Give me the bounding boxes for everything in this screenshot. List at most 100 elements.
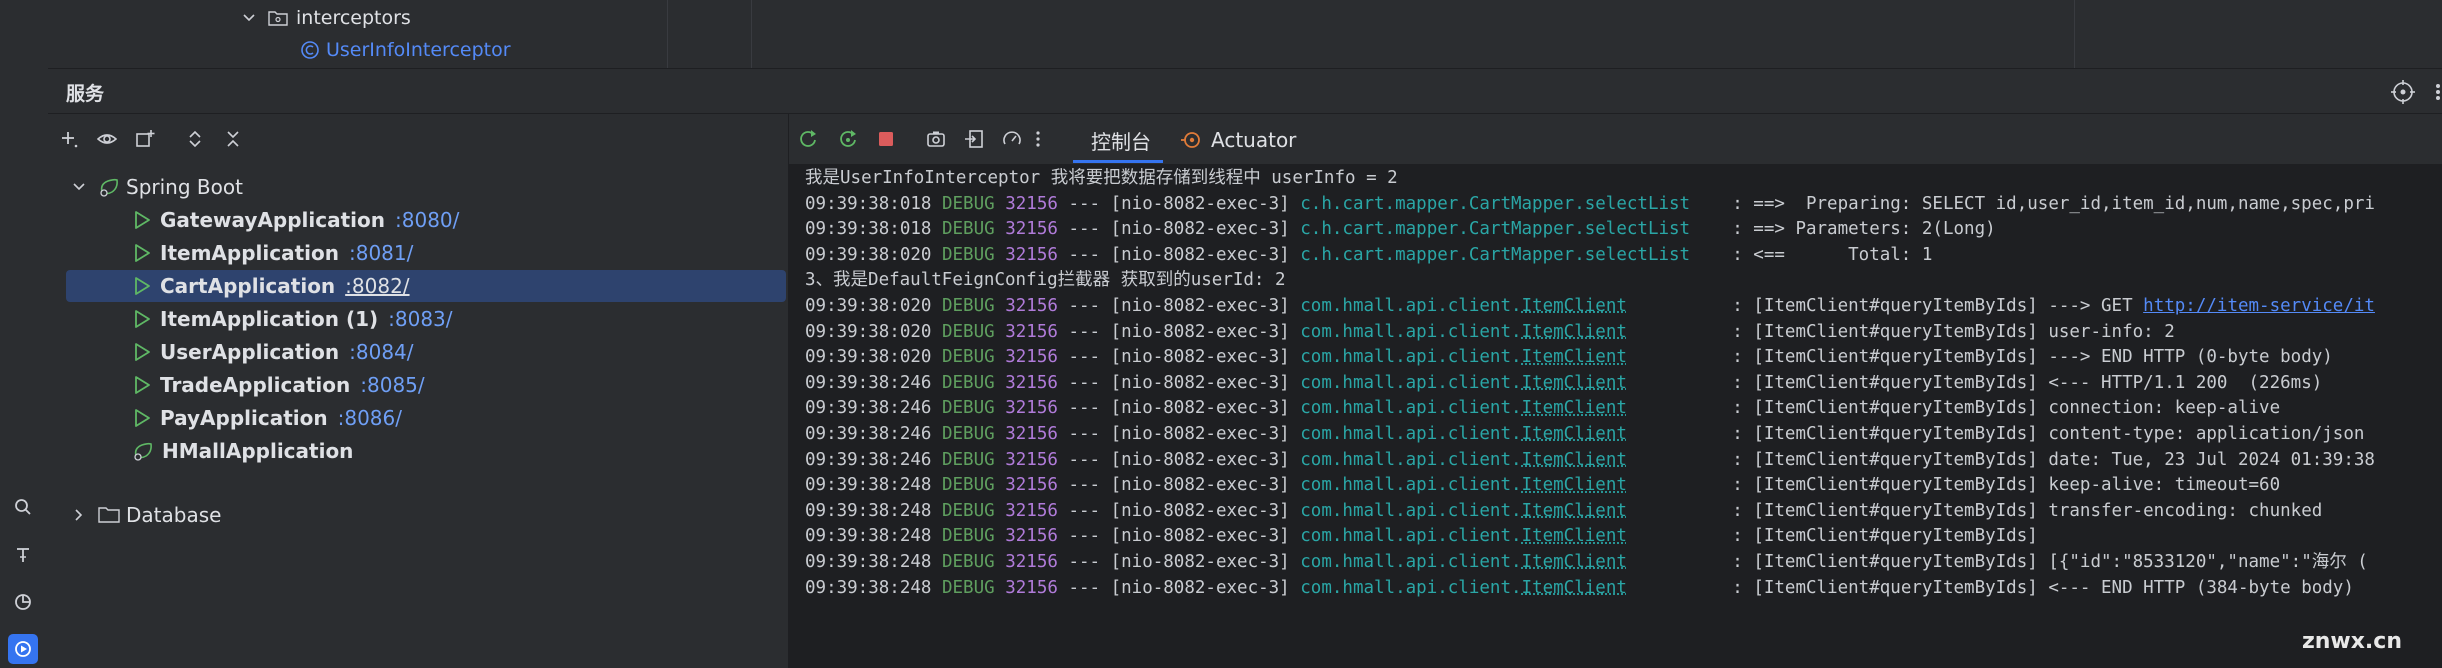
log-line: 09:39:38:246 DEBUG 32156 --- [nio-8082-e…	[805, 371, 2375, 397]
log-line: 09:39:38:248 DEBUG 32156 --- [nio-8082-e…	[805, 550, 2375, 576]
log-logger-package: com.hmall.api.client.	[1300, 347, 1522, 368]
search-icon[interactable]	[8, 492, 38, 522]
log-line: 09:39:38:020 DEBUG 32156 --- [nio-8082-e…	[805, 243, 2375, 269]
log-thread: --- [nio-8082-exec-3]	[1068, 398, 1290, 419]
app-port[interactable]: :8083/	[388, 307, 452, 331]
log-timestamp: 09:39:38:248	[805, 500, 932, 521]
tree-app-row[interactable]: ItemApplication :8081/	[48, 237, 788, 269]
tree-app-row[interactable]: HMallApplication	[48, 435, 788, 467]
app-port[interactable]: :8084/	[349, 340, 413, 364]
log-level: DEBUG	[941, 526, 995, 547]
log-timestamp: 09:39:38:246	[805, 449, 932, 470]
target-icon[interactable]	[2390, 79, 2416, 105]
app-name: ItemApplication	[160, 241, 339, 265]
tree-root-label: Spring Boot	[126, 175, 243, 199]
tab-actuator[interactable]: Actuator	[1181, 124, 1296, 156]
active-tab-indicator	[1073, 160, 1163, 163]
log-logger-class[interactable]: ItemClient	[1522, 347, 1627, 367]
app-port[interactable]: :8081/	[349, 241, 413, 265]
collapse-all-icon[interactable]	[220, 126, 246, 152]
log-line: 09:39:38:246 DEBUG 32156 --- [nio-8082-e…	[805, 396, 2375, 422]
log-message: : [ItemClient#queryItemByIds] ---> END H…	[1626, 347, 2333, 368]
log-message: : ==> Preparing: SELECT id,user_id,item_…	[1690, 193, 2375, 214]
app-port[interactable]: :8082/	[345, 274, 409, 298]
services-tree-panel: Spring Boot Database GatewayApplication:…	[48, 114, 789, 668]
log-message: : [ItemClient#queryItemByIds] user-info:…	[1626, 321, 2175, 342]
log-logger-class[interactable]: ItemClient	[1522, 373, 1627, 393]
text-tool-icon[interactable]	[8, 540, 38, 570]
tree-folder-interceptors[interactable]: interceptors	[242, 6, 411, 30]
tree-app-row[interactable]: PayApplication:8086/	[48, 402, 788, 434]
more-options-icon[interactable]	[2430, 79, 2442, 105]
log-link[interactable]: http://item-service/it	[2143, 296, 2375, 316]
log-pid: 32156	[1005, 244, 1058, 265]
log-logger-class[interactable]: ItemClient	[1522, 578, 1627, 598]
log-logger-class[interactable]: ItemClient	[1522, 322, 1627, 342]
tree-app-row[interactable]: GatewayApplication:8080/	[48, 204, 788, 236]
app-name: UserApplication	[160, 340, 340, 364]
run-icon	[135, 211, 150, 229]
exit-icon[interactable]	[961, 126, 987, 152]
log-thread: --- [nio-8082-exec-3]	[1068, 526, 1290, 547]
log-logger-class[interactable]: ItemClient	[1522, 552, 1627, 572]
log-logger-class[interactable]: ItemClient	[1522, 450, 1627, 470]
app-name: CartApplication	[160, 274, 336, 298]
log-pid: 32156	[1005, 423, 1058, 444]
log-logger-class[interactable]: ItemClient	[1522, 501, 1627, 521]
tree-app-row[interactable]: ItemApplication (1) :8083/	[48, 303, 788, 335]
tree-app-row[interactable]: UserApplication :8084/	[48, 336, 788, 368]
log-timestamp: 09:39:38:020	[805, 321, 932, 342]
log-logger-package: com.hmall.api.client.	[1300, 500, 1522, 521]
more-vertical-icon[interactable]	[1031, 126, 1045, 152]
tree-app-row[interactable]: TradeApplication:8085/	[48, 369, 788, 401]
log-line: 09:39:38:020 DEBUG 32156 --- [nio-8082-e…	[805, 320, 2375, 346]
expand-all-icon[interactable]	[182, 126, 208, 152]
log-thread: --- [nio-8082-exec-3]	[1068, 321, 1290, 342]
tree-root-spring-boot[interactable]: Spring Boot	[48, 171, 788, 203]
tree-app-row[interactable]: CartApplication :8082/	[66, 270, 786, 302]
log-line: 09:39:38:020 DEBUG 32156 --- [nio-8082-e…	[805, 345, 2375, 371]
gauge-icon[interactable]	[999, 126, 1025, 152]
camera-icon[interactable]	[923, 126, 949, 152]
divider	[2074, 0, 2075, 68]
log-line: 09:39:38:248 DEBUG 32156 --- [nio-8082-e…	[805, 576, 2375, 602]
log-line: 09:39:38:246 DEBUG 32156 --- [nio-8082-e…	[805, 422, 2375, 448]
divider	[667, 0, 668, 68]
app-port[interactable]: :8080/	[395, 208, 459, 232]
log-thread: --- [nio-8082-exec-3]	[1068, 551, 1290, 572]
tab-console[interactable]: 控制台	[1091, 124, 1151, 156]
log-logger-class[interactable]: ItemClient	[1522, 475, 1627, 495]
new-group-icon[interactable]	[132, 126, 158, 152]
tree-file-userinfointerceptor[interactable]: UserInfoInterceptor	[300, 38, 511, 62]
services-tool-icon[interactable]	[8, 634, 38, 664]
app-name: HMallApplication	[162, 439, 354, 463]
tree-node-database[interactable]: Database	[48, 499, 788, 531]
log-pid: 32156	[1005, 449, 1058, 470]
log-timestamp: 09:39:38:246	[805, 423, 932, 444]
log-thread: --- [nio-8082-exec-3]	[1068, 193, 1290, 214]
log-line: 09:39:38:248 DEBUG 32156 --- [nio-8082-e…	[805, 499, 2375, 525]
app-port[interactable]: :8086/	[338, 406, 402, 430]
log-message: : [ItemClient#queryItemByIds] transfer-e…	[1626, 500, 2323, 521]
log-level: DEBUG	[941, 475, 995, 496]
log-pid: 32156	[1005, 526, 1058, 547]
log-logger-package: com.hmall.api.client.	[1300, 423, 1522, 444]
tab-console-label: 控制台	[1091, 129, 1151, 154]
log-logger-package: com.hmall.api.client.	[1300, 551, 1522, 572]
rerun-icon[interactable]	[795, 126, 821, 152]
app-port[interactable]: :8085/	[360, 373, 424, 397]
add-icon[interactable]	[56, 126, 82, 152]
log-logger-package: com.hmall.api.client.	[1300, 475, 1522, 496]
restart-icon[interactable]	[835, 126, 861, 152]
log-logger-class[interactable]: ItemClient	[1522, 526, 1627, 546]
log-logger-class[interactable]: ItemClient	[1522, 424, 1627, 444]
log-logger-class[interactable]: ItemClient	[1522, 398, 1627, 418]
app-name: ItemApplication (1)	[160, 307, 379, 331]
eye-icon[interactable]	[94, 126, 120, 152]
log-line: 09:39:38:246 DEBUG 32156 --- [nio-8082-e…	[805, 448, 2375, 474]
log-level: DEBUG	[941, 193, 995, 214]
stop-icon[interactable]	[873, 126, 899, 152]
profiler-icon[interactable]	[8, 587, 38, 617]
log-logger-class[interactable]: ItemClient	[1522, 296, 1627, 316]
log-timestamp: 09:39:38:246	[805, 372, 932, 393]
